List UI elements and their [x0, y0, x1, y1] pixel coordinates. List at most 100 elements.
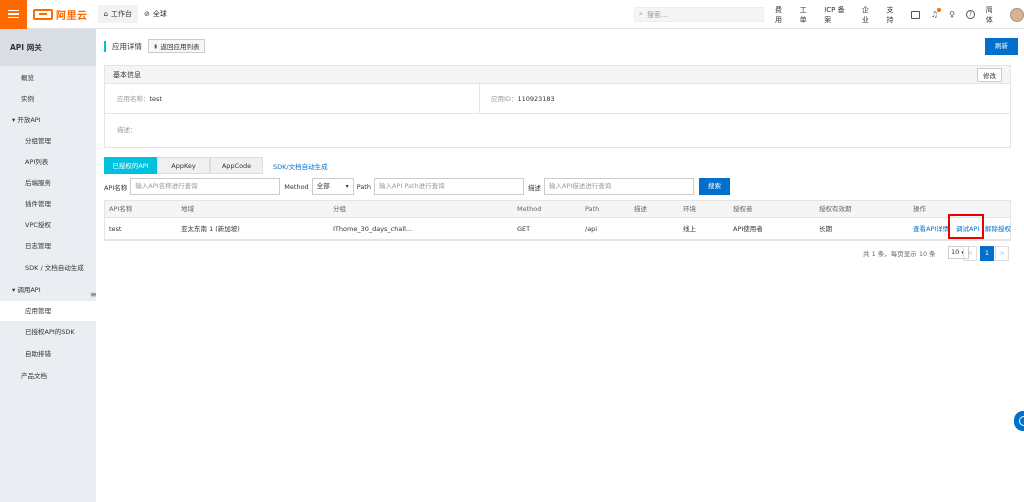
sidebar-item-instance[interactable]: 实例	[0, 89, 96, 109]
home-icon: ⌂	[103, 10, 108, 18]
col-grantor: 授权者	[733, 205, 753, 213]
top-link-ticket[interactable]: 工单	[800, 5, 814, 25]
sidebar-group-open-api[interactable]: ▾ 开放API	[0, 110, 96, 130]
method-value: 全部	[316, 182, 330, 190]
sidebar-group-label: 调用API	[17, 286, 41, 294]
workbench-button[interactable]: ⌂ 工作台	[97, 5, 138, 23]
app-name-value: test	[149, 95, 162, 103]
brand-logo[interactable]: 阿里云	[33, 7, 88, 22]
description-label: 描述：	[117, 126, 137, 134]
authorized-api-table: API名称 地域 分组 Method Path 描述 环境 授权者 授权有效期 …	[104, 200, 1011, 261]
app-tabs: 已授权的API AppKey AppCode SDK/文档自动生成	[104, 157, 328, 174]
message-icon[interactable]	[911, 10, 920, 19]
region-selector[interactable]: ⊘ 全球	[138, 5, 173, 23]
tab-appcode[interactable]: AppCode	[210, 157, 263, 174]
tab-authorized-api[interactable]: 已授权的API	[104, 157, 157, 174]
col-env: 环境	[683, 205, 696, 213]
info-row-2: 描述：	[105, 115, 1010, 145]
page-size-value: 10	[951, 248, 960, 256]
pagination-summary: 共 1 条，每页显示 10 条	[863, 250, 936, 258]
refresh-button[interactable]: 刷新	[985, 38, 1018, 55]
sidebar-item-api-list[interactable]: API列表	[0, 152, 96, 172]
bulb-icon[interactable]: ♀	[949, 10, 955, 19]
info-row-1: 应用名称：test 应用ID：110923183	[105, 84, 1010, 114]
basic-info-header: 基本信息 修改	[105, 66, 1010, 84]
next-page-button[interactable]: >	[995, 246, 1009, 261]
sidebar-item-authorized-sdk[interactable]: 已授权API的SDK	[0, 322, 96, 342]
sidebar-item-overview[interactable]: 概览	[0, 68, 96, 88]
main-content: 应用详情 ⇞ 返回应用列表 刷新 基本信息 修改 应用名称：test 应用ID：…	[96, 29, 1024, 502]
caret-down-icon: ▾	[12, 116, 16, 124]
top-bar: 阿里云 ⌂ 工作台 ⊘ 全球 ⌕ 搜索... 费用 工单 ICP 备案 企业 支…	[0, 0, 1024, 29]
col-api-name: API名称	[109, 205, 133, 213]
top-right-nav: 费用 工单 ICP 备案 企业 支持 ♫ ♀ ? 简体	[775, 0, 1024, 29]
cell-path: /api	[585, 225, 598, 233]
search-input[interactable]: ⌕ 搜索...	[634, 7, 764, 22]
app-name-label: 应用名称：	[117, 95, 150, 103]
top-link-support[interactable]: 支持	[886, 5, 900, 25]
api-name-label: API名称	[104, 183, 128, 192]
chevron-down-icon: ▾	[345, 183, 349, 190]
pagination: 共 1 条，每页显示 10 条 10 ▾ < 1 >	[105, 241, 1010, 265]
title-accent	[104, 40, 106, 52]
back-label: 返回应用列表	[160, 43, 200, 51]
top-link-fee[interactable]: 费用	[775, 5, 789, 25]
basic-info-title: 基本信息	[113, 70, 141, 79]
tab-appkey[interactable]: AppKey	[157, 157, 210, 174]
view-api-details-link[interactable]: 查看API详情	[913, 218, 949, 240]
help-icon[interactable]: ?	[965, 10, 975, 19]
page-title: 应用详情	[112, 41, 142, 51]
sidebar-item-docs[interactable]: 产品文档	[0, 366, 96, 386]
filter-bar: API名称 输入API名称进行查询 Method 全部 ▾ Path 输入API…	[104, 178, 730, 195]
col-desc: 描述	[634, 205, 647, 213]
top-link-enterprise[interactable]: 企业	[862, 5, 876, 25]
sidebar-item-vpc[interactable]: VPC授权	[0, 215, 96, 235]
cell-group: IThome_30_days_chall...	[333, 225, 413, 233]
app-id-label: 应用ID：	[491, 95, 518, 103]
cell-env: 线上	[683, 225, 696, 233]
bell-icon[interactable]: ♫	[931, 8, 942, 19]
sidebar-item-backend[interactable]: 后端服务	[0, 173, 96, 193]
debug-api-highlight	[948, 214, 984, 239]
search-icon: ⌕	[639, 10, 643, 18]
avatar[interactable]	[1010, 7, 1024, 22]
menu-icon[interactable]	[0, 0, 27, 29]
back-to-app-list-button[interactable]: ⇞ 返回应用列表	[148, 39, 205, 53]
sidebar-title: API 网关	[0, 29, 96, 66]
method-select[interactable]: 全部 ▾	[311, 178, 354, 195]
col-validity: 授权有效期	[819, 205, 852, 213]
language-switch[interactable]: 简体	[986, 5, 1000, 25]
sidebar-item-sdk-docs[interactable]: SDK / 文档自动生成	[0, 258, 96, 278]
desc-input[interactable]: 输入API描述进行查询	[543, 178, 694, 195]
caret-down-icon: ▾	[12, 286, 16, 294]
cell-validity: 长期	[819, 225, 832, 233]
sidebar-item-logs[interactable]: 日志管理	[0, 236, 96, 256]
cell-method: GET	[517, 225, 531, 233]
col-method: Method	[517, 205, 542, 213]
method-label: Method	[284, 182, 309, 191]
api-name-input[interactable]: 输入API名称进行查询	[130, 178, 281, 195]
desc-filter-label: 描述	[527, 183, 541, 192]
table-header: API名称 地域 分组 Method Path 描述 环境 授权者 授权有效期 …	[105, 201, 1010, 218]
col-region: 地域	[181, 205, 194, 213]
aliyun-logo-icon	[33, 8, 53, 20]
top-link-icp[interactable]: ICP 备案	[824, 5, 851, 25]
sidebar-item-app-mgmt[interactable]: 应用管理	[0, 301, 96, 321]
prev-page-button[interactable]: <	[963, 246, 977, 261]
sidebar: API 网关 概览 实例 ▾ 开放API 分组管理 API列表 后端服务 插件管…	[0, 29, 97, 502]
edit-button[interactable]: 修改	[977, 67, 1002, 82]
sidebar-group-label: 开放API	[17, 116, 41, 124]
page-1-button[interactable]: 1	[980, 246, 994, 261]
floating-help-icon[interactable]	[1014, 411, 1024, 431]
sidebar-item-group-mgmt[interactable]: 分组管理	[0, 131, 96, 151]
sdk-docs-link[interactable]: SDK/文档自动生成	[273, 161, 328, 171]
col-group: 分组	[333, 205, 346, 213]
path-input[interactable]: 输入API Path进行查询	[373, 178, 524, 195]
sidebar-group-call-api[interactable]: ▾ 调用API	[0, 280, 96, 300]
revoke-authorization-link[interactable]: 解除授权	[985, 218, 1011, 240]
col-ops: 操作	[913, 205, 926, 213]
workbench-label: 工作台	[110, 10, 132, 18]
search-button[interactable]: 搜索	[698, 178, 730, 195]
sidebar-item-plugins[interactable]: 插件管理	[0, 194, 96, 214]
sidebar-item-troubleshoot[interactable]: 自助排错	[0, 344, 96, 364]
